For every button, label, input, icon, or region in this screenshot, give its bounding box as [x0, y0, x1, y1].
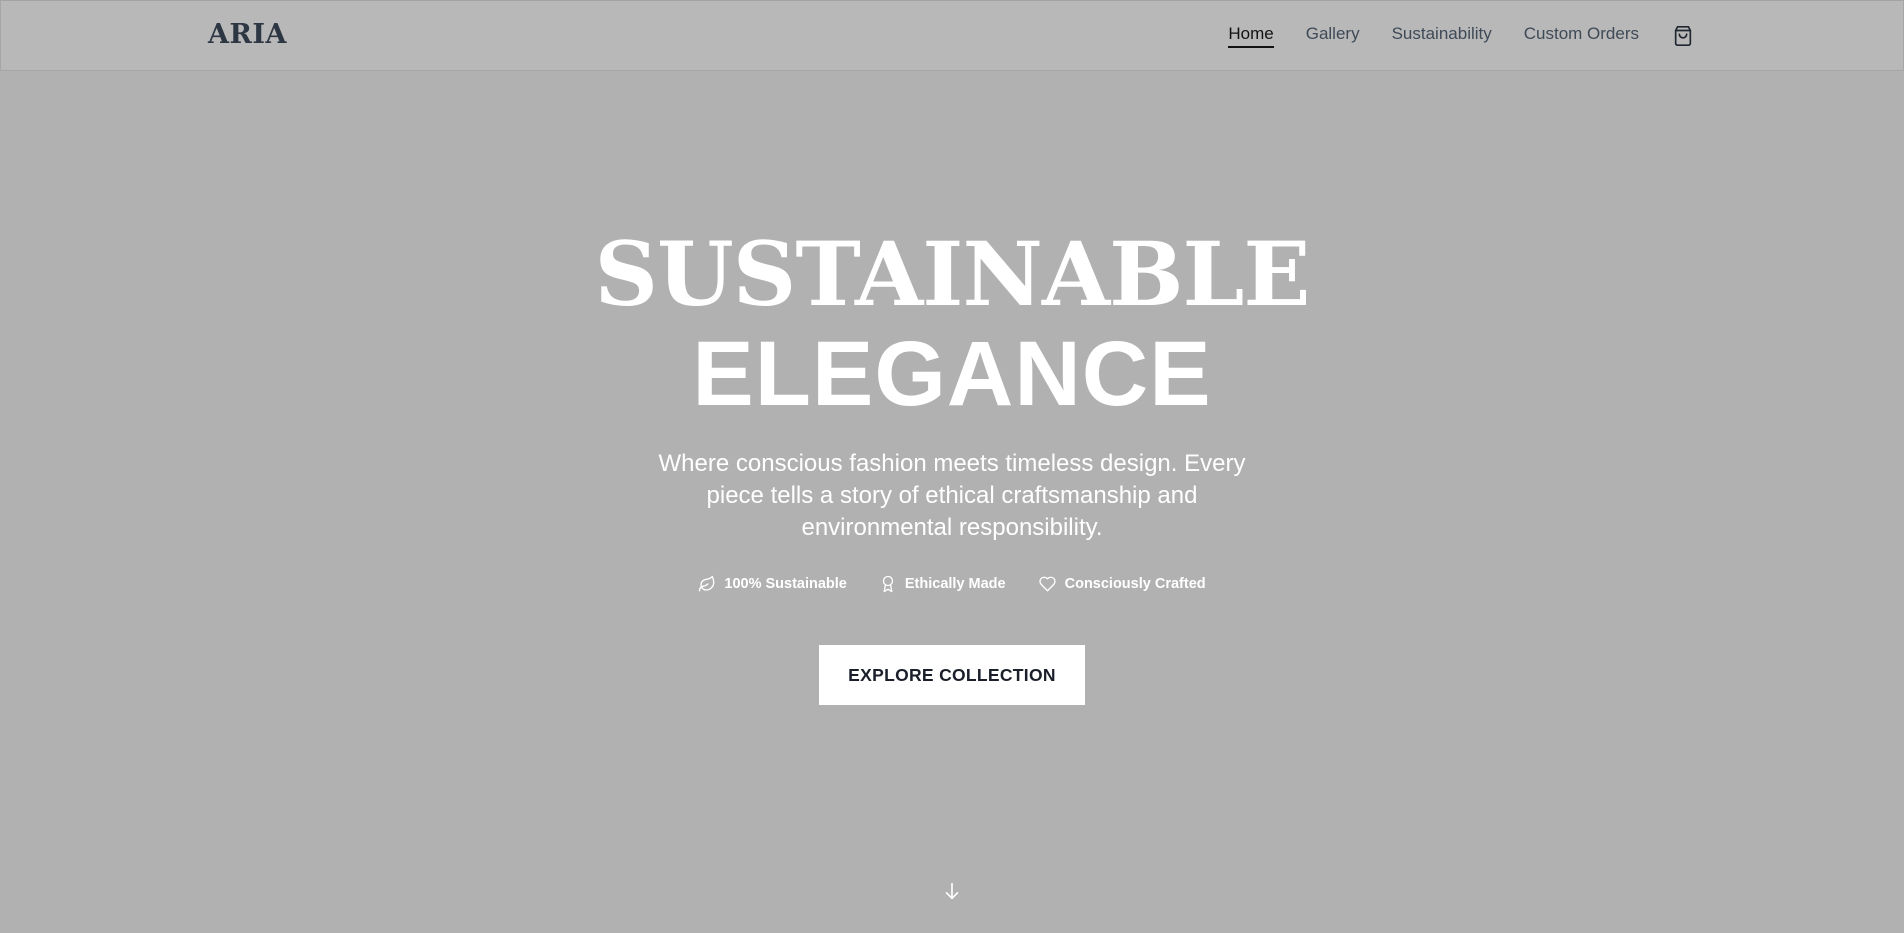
arrow-down-icon[interactable] [941, 880, 963, 902]
heart-icon [1038, 576, 1056, 592]
hero-title-line2: ELEGANCE [692, 323, 1212, 425]
hero-subtitle: Where conscious fashion meets timeless d… [658, 450, 1246, 541]
badge-label: Ethically Made [904, 576, 1006, 592]
leaf-icon [699, 575, 715, 592]
badge-consciously-crafted: Consciously Crafted [1038, 575, 1206, 593]
award-icon [882, 575, 894, 593]
nav-link-sustainability[interactable]: Sustainability [1392, 24, 1492, 47]
badge-label: Consciously Crafted [1064, 576, 1206, 592]
shopping-bag-icon[interactable] [1671, 24, 1695, 48]
hero-title-line1: SUSTAINABLE [594, 222, 1311, 326]
nav-link-gallery[interactable]: Gallery [1306, 24, 1360, 47]
badge-ethically-made: Ethically Made [879, 575, 1006, 593]
hero-section: SUSTAINABLE ELEGANCE Where conscious fas… [0, 70, 1904, 933]
nav-link-custom-orders[interactable]: Custom Orders [1524, 24, 1639, 47]
badge-label: 100% Sustainable [724, 576, 847, 592]
badge-sustainable: 100% Sustainable [698, 575, 847, 593]
page: ARIA Home Gallery Sustainability Custom … [0, 0, 1904, 933]
brand-logo[interactable]: ARIA [208, 19, 287, 50]
site-header: ARIA Home Gallery Sustainability Custom … [0, 0, 1904, 71]
explore-collection-button[interactable]: EXPLORE COLLECTION [819, 645, 1085, 705]
main-nav: Home Gallery Sustainability Custom Order… [1196, 1, 1695, 70]
nav-link-home[interactable]: Home [1228, 24, 1275, 48]
feature-badges: 100% Sustainable Ethically Made Consciou… [0, 575, 1904, 593]
